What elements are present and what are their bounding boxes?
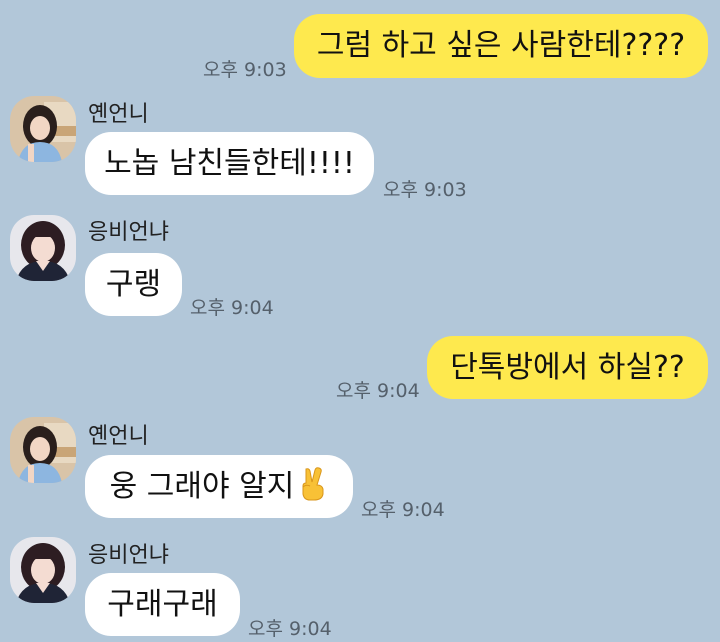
profile-photo-icon (10, 96, 76, 162)
chat-message-list[interactable]: 오후 9:03 그럼 하고 싶은 사람한테???? 옌언니 노놉 남친들한테!!… (0, 0, 720, 642)
profile-photo-icon (10, 537, 76, 603)
received-message-bubble[interactable]: 노놉 남친들한테!!!! (85, 132, 374, 195)
victory-hand-icon (298, 466, 328, 507)
profile-photo-icon (10, 417, 76, 483)
sender-name: 옌언니 (88, 424, 149, 449)
received-message-bubble[interactable]: 구래구래 (85, 573, 240, 636)
avatar-eungbi-unnya[interactable] (10, 215, 76, 281)
sender-name: 옌언니 (88, 102, 149, 127)
profile-photo-icon (10, 215, 76, 281)
message-timestamp: 오후 9:03 (383, 179, 467, 201)
message-timestamp: 오후 9:04 (248, 618, 332, 640)
message-timestamp: 오후 9:04 (361, 499, 445, 521)
message-timestamp: 오후 9:04 (190, 297, 274, 319)
sent-message-bubble[interactable]: 단톡방에서 하실?? (427, 336, 708, 399)
message-timestamp: 오후 9:04 (336, 380, 420, 402)
message-timestamp: 오후 9:03 (203, 59, 287, 81)
avatar-yen-unni[interactable] (10, 96, 76, 162)
sent-message-bubble[interactable]: 그럼 하고 싶은 사람한테???? (294, 14, 708, 78)
received-message-bubble[interactable]: 웅 그래야 알지 (85, 455, 353, 518)
message-text: 웅 그래야 알지 (109, 468, 295, 504)
avatar-yen-unni[interactable] (10, 417, 76, 483)
avatar-eungbi-unnya[interactable] (10, 537, 76, 603)
sender-name: 응비언냐 (88, 543, 169, 568)
sender-name: 응비언냐 (88, 220, 169, 245)
received-message-bubble[interactable]: 구랭 (85, 253, 182, 316)
